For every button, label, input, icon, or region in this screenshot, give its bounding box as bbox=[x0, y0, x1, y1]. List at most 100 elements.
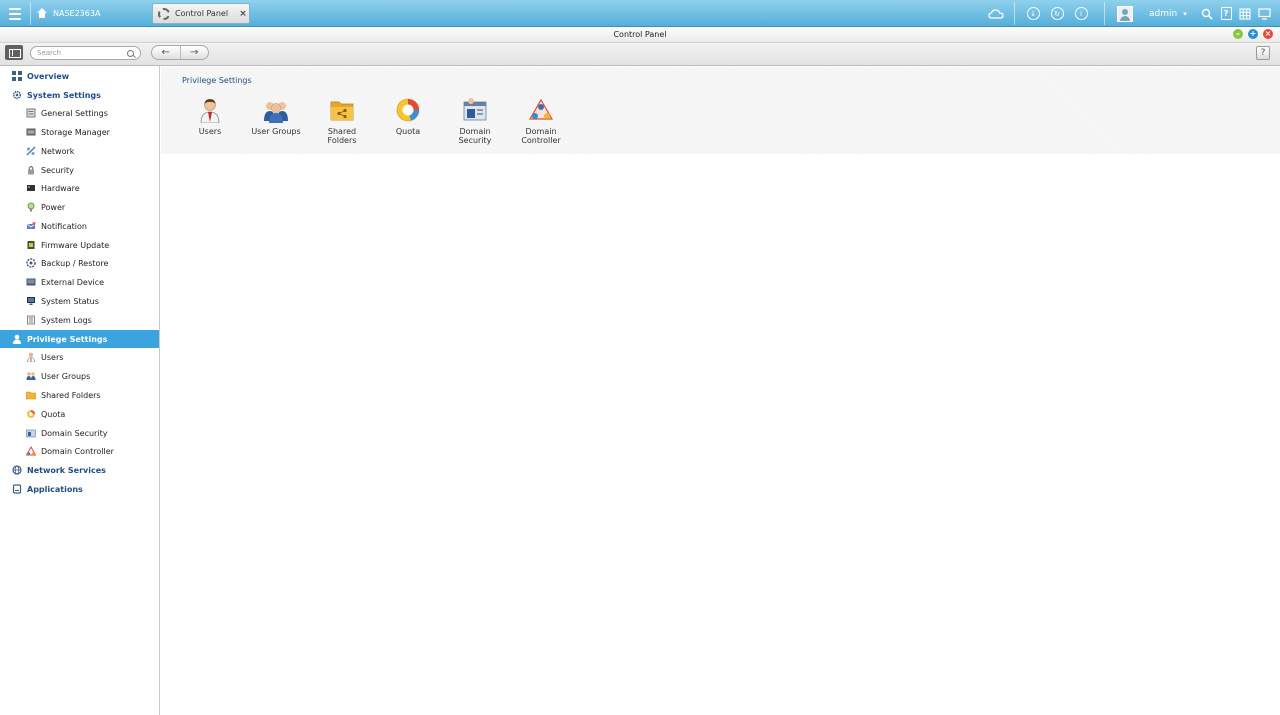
sidebar-item-quota[interactable]: Quota bbox=[0, 405, 159, 423]
search-icon[interactable] bbox=[1199, 6, 1215, 22]
tile-shared-folders[interactable]: Shared Folders bbox=[309, 97, 375, 145]
sidebar-item-label: Domain Controller bbox=[41, 446, 114, 456]
search-box[interactable] bbox=[30, 46, 141, 60]
firmware-icon bbox=[27, 241, 35, 249]
sidebar-item-users[interactable]: Users bbox=[0, 348, 159, 366]
sidebar-item-backup-restore[interactable]: Backup / Restore bbox=[0, 254, 159, 272]
refresh-icon[interactable]: ↻ bbox=[1049, 6, 1065, 22]
sidebar-item-label: Overview bbox=[27, 71, 70, 81]
sidebar-item-label: Firmware Update bbox=[41, 240, 110, 250]
cloud-icon[interactable] bbox=[988, 6, 1004, 22]
maximize-button[interactable]: + bbox=[1248, 29, 1258, 39]
sidebar-item-hardware[interactable]: Hardware bbox=[0, 179, 159, 197]
tile-users[interactable]: Users bbox=[177, 97, 243, 136]
gear-icon bbox=[12, 90, 22, 100]
sidebar-item-domain-security[interactable]: Domain Security bbox=[0, 424, 159, 442]
lock-icon bbox=[28, 165, 34, 175]
tile-domain-security[interactable]: Domain Security bbox=[442, 97, 508, 145]
quota-icon bbox=[27, 410, 35, 418]
main-menu-button[interactable] bbox=[4, 3, 26, 24]
close-button[interactable]: × bbox=[1263, 29, 1273, 39]
storage-icon bbox=[26, 128, 36, 136]
applications-icon bbox=[12, 484, 22, 494]
hardware-icon bbox=[27, 185, 35, 191]
sidebar-item-network[interactable]: Network bbox=[0, 142, 159, 160]
window-title-bar: Control Panel – + × bbox=[0, 27, 1280, 43]
sidebar-item-label: Hardware bbox=[41, 183, 80, 193]
sidebar-item-network-services[interactable]: Network Services bbox=[0, 461, 159, 479]
domain-controller-icon bbox=[528, 98, 554, 120]
sidebar-item-overview[interactable]: Overview bbox=[0, 67, 159, 85]
sidebar-item-system-settings[interactable]: System Settings bbox=[0, 86, 159, 104]
domain-controller-icon bbox=[26, 446, 36, 456]
home-tab[interactable]: NASE2363A bbox=[36, 4, 100, 23]
user-groups-icon bbox=[264, 102, 288, 123]
minimize-button[interactable]: – bbox=[1233, 29, 1243, 39]
monitor-icon bbox=[27, 297, 35, 305]
sidebar-item-system-logs[interactable]: System Logs bbox=[0, 311, 159, 329]
general-settings-icon bbox=[26, 108, 36, 118]
download-icon[interactable]: ↓ bbox=[1025, 6, 1041, 22]
section-title: Privilege Settings bbox=[182, 76, 252, 85]
taskbar: NASE2363A Control Panel × ↓ ↻ i admin ▾ … bbox=[0, 0, 1280, 27]
main-content: Privilege Settings Users User Groups Sha… bbox=[161, 67, 1280, 715]
sidebar-item-label: Backup / Restore bbox=[41, 258, 109, 268]
tile-domain-controller[interactable]: Domain Controller bbox=[508, 97, 574, 145]
sidebar-item-external-device[interactable]: External Device bbox=[0, 273, 159, 291]
sidebar-item-label: Shared Folders bbox=[41, 390, 101, 400]
sidebar-item-firmware-update[interactable]: Firmware Update bbox=[0, 236, 159, 254]
sidebar-item-label: External Device bbox=[41, 277, 105, 287]
chevron-down-icon[interactable]: ▾ bbox=[1183, 10, 1187, 18]
sidebar-item-user-groups[interactable]: User Groups bbox=[0, 367, 159, 385]
help-icon[interactable]: ? bbox=[1218, 6, 1234, 22]
divider bbox=[1104, 2, 1105, 25]
sidebar-item-shared-folders[interactable]: Shared Folders bbox=[0, 386, 159, 404]
sidebar-item-label: System Settings bbox=[27, 90, 101, 100]
tile-label: Users bbox=[198, 127, 222, 136]
sidebar-item-domain-controller[interactable]: Domain Controller bbox=[0, 442, 159, 460]
forward-button[interactable]: → bbox=[181, 46, 209, 59]
folder-icon bbox=[330, 101, 354, 121]
sidebar-item-privilege-settings[interactable]: Privilege Settings bbox=[0, 330, 159, 348]
sidebar-item-label: Quota bbox=[41, 409, 66, 419]
power-icon bbox=[27, 202, 35, 212]
sidebar-item-label: Notification bbox=[41, 221, 87, 231]
sidebar-item-label: System Status bbox=[41, 296, 99, 306]
backup-icon bbox=[26, 258, 36, 268]
close-tab-icon[interactable]: × bbox=[237, 9, 249, 19]
tile-user-groups[interactable]: User Groups bbox=[243, 97, 309, 136]
user-menu-label[interactable]: admin bbox=[1149, 9, 1177, 19]
network-icon bbox=[26, 146, 36, 156]
sidebar-item-power[interactable]: Power bbox=[0, 198, 159, 216]
sidebar-item-label: Storage Manager bbox=[41, 127, 110, 137]
monitor-icon[interactable] bbox=[1256, 6, 1272, 22]
tile-label: User Groups bbox=[251, 127, 301, 136]
help-button[interactable]: ? bbox=[1256, 46, 1270, 60]
sidebar-item-applications[interactable]: Applications bbox=[0, 480, 159, 498]
search-icon[interactable] bbox=[127, 49, 134, 57]
back-button[interactable]: ← bbox=[152, 46, 181, 59]
control-panel-tab[interactable]: Control Panel × bbox=[152, 3, 250, 24]
sidebar-item-label: Network bbox=[41, 146, 75, 156]
sidebar-item-system-status[interactable]: System Status bbox=[0, 292, 159, 310]
tile-quota[interactable]: Quota bbox=[375, 97, 441, 136]
privilege-settings-panel: Privilege Settings Users User Groups Sha… bbox=[161, 67, 1280, 154]
sidebar-item-label: Power bbox=[41, 202, 66, 212]
tile-label: Quota bbox=[395, 127, 421, 136]
window-title: Control Panel bbox=[613, 30, 667, 39]
user-icon bbox=[27, 352, 35, 362]
sidebar-item-notification[interactable]: Notification bbox=[0, 217, 159, 235]
toolbar: ← → ? bbox=[0, 43, 1280, 66]
grid-icon[interactable] bbox=[1237, 6, 1253, 22]
search-input[interactable] bbox=[37, 49, 127, 57]
globe-icon bbox=[12, 465, 22, 475]
domain-security-icon bbox=[463, 98, 487, 121]
sidebar-item-security[interactable]: Security bbox=[0, 161, 159, 179]
tile-label: Domain Security bbox=[458, 127, 492, 145]
sidebar-item-storage-manager[interactable]: Storage Manager bbox=[0, 123, 159, 141]
info-icon[interactable]: i bbox=[1073, 6, 1089, 22]
sidebar-item-general-settings[interactable]: General Settings bbox=[0, 104, 159, 122]
user-avatar-icon[interactable] bbox=[1117, 5, 1133, 22]
toggle-sidebar-button[interactable] bbox=[5, 45, 23, 60]
overview-icon bbox=[12, 71, 22, 81]
